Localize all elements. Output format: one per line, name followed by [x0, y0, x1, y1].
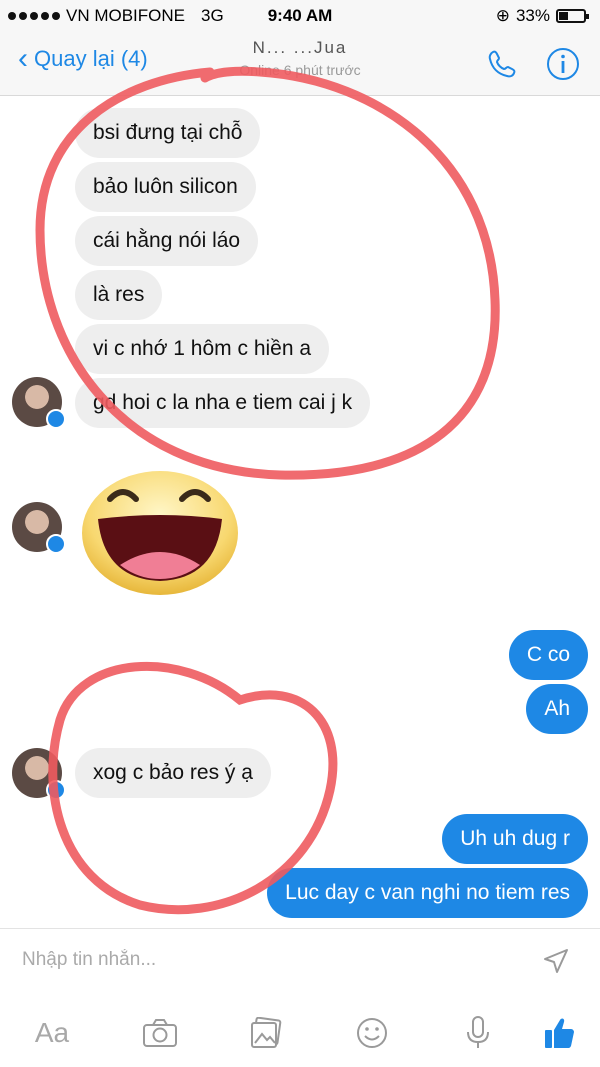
messenger-badge-icon [46, 780, 66, 800]
emoji-icon[interactable] [350, 1013, 394, 1053]
outgoing-message[interactable]: Luc day c van nghi no tiem res [267, 868, 588, 918]
microphone-icon[interactable] [456, 1013, 500, 1053]
avatar[interactable] [12, 377, 66, 429]
message-input[interactable] [22, 949, 522, 971]
messenger-badge-icon [46, 534, 66, 554]
outgoing-message[interactable]: Ah [526, 684, 588, 734]
like-icon[interactable] [538, 1013, 582, 1053]
incoming-message[interactable]: bsi đưng tại chỗ [75, 108, 261, 158]
text-button[interactable]: Aa [30, 1013, 74, 1053]
rotation-lock-icon: ⊕ [495, 6, 510, 25]
conversation-header: ‹ Quay lại (4) N... ...Jua Online 6 phút… [0, 32, 600, 96]
gallery-icon[interactable] [244, 1013, 288, 1053]
composer-toolbar: Aa [0, 1013, 600, 1053]
battery-icon [556, 9, 589, 23]
laughing-face-sticker[interactable] [80, 467, 240, 597]
avatar[interactable] [12, 748, 66, 800]
battery-percent: 33% [515, 6, 550, 25]
phone-icon[interactable] [484, 46, 520, 82]
info-icon[interactable] [545, 46, 581, 82]
camera-icon[interactable] [138, 1013, 182, 1053]
incoming-message[interactable]: xog c bảo res ý ạ [75, 748, 271, 798]
incoming-message[interactable]: gd hoi c la nha e tiem cai j k [75, 378, 371, 428]
send-icon[interactable] [542, 947, 570, 975]
messenger-badge-icon [46, 409, 66, 429]
status-right: ⊕ 33% [495, 6, 589, 26]
incoming-message[interactable]: là res [75, 270, 163, 320]
message-list[interactable]: bsi đưng tại chỗ bảo luôn silicon cái hằ… [0, 97, 600, 927]
incoming-message[interactable]: cái hằng nói láo [75, 216, 259, 266]
incoming-message[interactable]: bảo luôn silicon [75, 162, 256, 212]
composer: Aa [0, 928, 600, 1067]
status-bar: VN MOBIFONE 3G 9:40 AM ⊕ 33% [0, 0, 600, 32]
avatar[interactable] [12, 502, 66, 554]
outgoing-message[interactable]: Uh uh dug r [442, 814, 588, 864]
outgoing-message[interactable]: C co [508, 630, 588, 680]
incoming-message[interactable]: vi c nhớ 1 hôm c hiền a [75, 324, 330, 374]
